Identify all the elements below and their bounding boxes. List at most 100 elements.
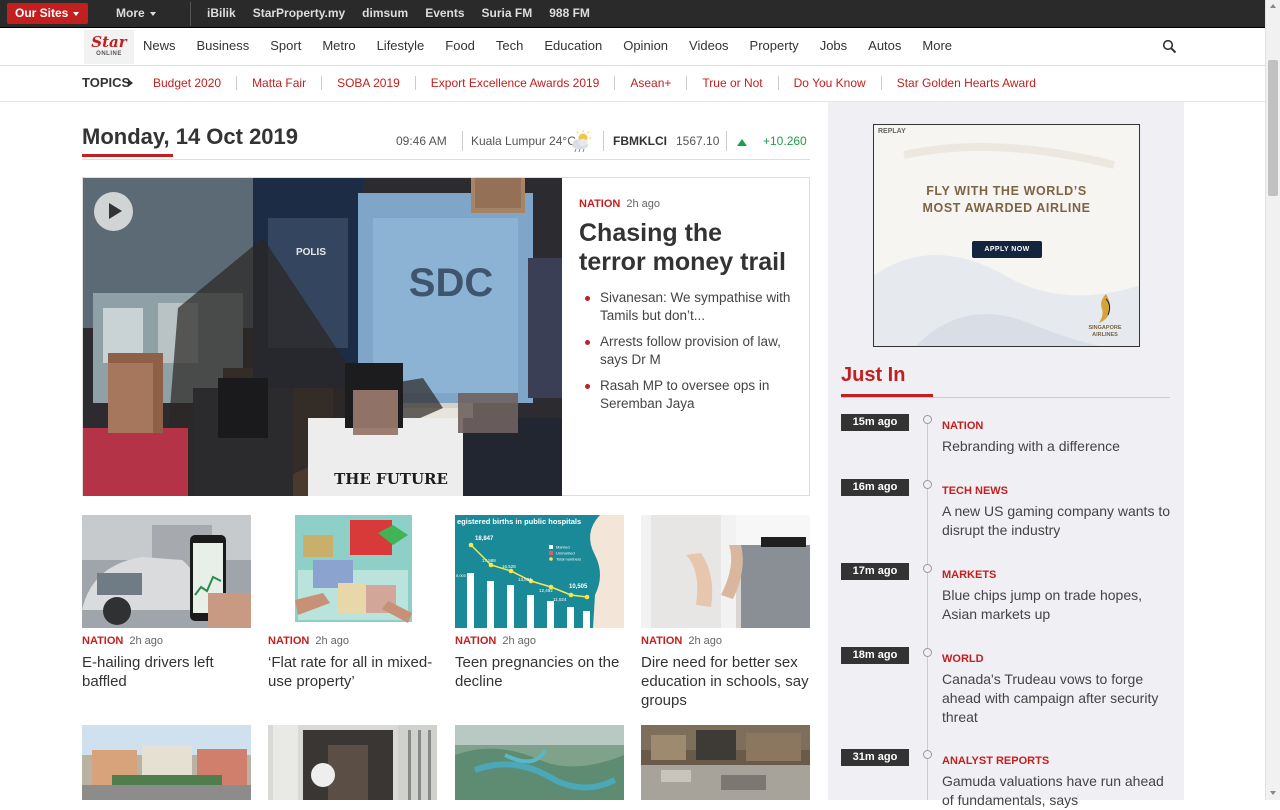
triangle-up-icon xyxy=(737,139,747,146)
just-in-category[interactable]: WORLD xyxy=(942,653,984,665)
scroll-up-arrow-icon[interactable] xyxy=(1270,4,1276,8)
related-story-link[interactable]: Arrests follow provision of law, says Dr… xyxy=(579,333,794,369)
network-link-988-fm[interactable]: 988 FM xyxy=(549,0,590,28)
divider xyxy=(321,76,323,90)
play-video-button[interactable] xyxy=(94,192,133,231)
nav-item-tech[interactable]: Tech xyxy=(496,28,523,65)
tee-print-text: SDC xyxy=(409,261,493,305)
topic-matta-fair[interactable]: Matta Fair xyxy=(252,76,306,90)
topic-golden-hearts[interactable]: Star Golden Hearts Award xyxy=(897,76,1036,90)
story-thumbnail[interactable] xyxy=(268,515,437,628)
just-in-category[interactable]: MARKETS xyxy=(942,569,996,581)
story-thumbnail[interactable] xyxy=(82,515,251,628)
divider xyxy=(686,76,688,90)
story-headline[interactable]: ‘Flat rate for all in mixed-use property… xyxy=(268,653,437,691)
network-link-ibilik[interactable]: iBilik xyxy=(207,0,236,28)
network-link-events[interactable]: Events xyxy=(425,0,464,28)
just-in-headline[interactable]: Canada's Trudeau vows to forge ahead wit… xyxy=(942,670,1174,727)
story-category[interactable]: NATION xyxy=(579,198,620,210)
nav-item-more[interactable]: More xyxy=(922,28,952,65)
story-category[interactable]: NATION xyxy=(268,635,309,647)
network-more-menu[interactable]: More xyxy=(116,0,156,28)
partly-cloudy-icon xyxy=(572,130,591,153)
nav-item-business[interactable]: Business xyxy=(197,28,250,65)
advertisement-banner[interactable]: REPLAY FLY WITH THE WORLD’S MOST AWARDED… xyxy=(873,124,1140,347)
nav-item-education[interactable]: Education xyxy=(544,28,602,65)
story-headline[interactable]: Teen pregnancies on the decline xyxy=(455,653,624,691)
story-thumbnail[interactable] xyxy=(455,725,624,800)
story-card[interactable]: NATION 2h ago E-hailing drivers left baff… xyxy=(82,515,251,691)
related-stories: Sivanesan: We sympathise with Tamils but… xyxy=(579,289,794,413)
network-link-starproperty[interactable]: StarProperty.my xyxy=(253,0,345,28)
story-headline[interactable]: Dire need for better sex education in sc… xyxy=(641,653,810,710)
story-category[interactable]: NATION xyxy=(82,635,123,647)
top-story-headline[interactable]: Chasing the terror money trail xyxy=(579,219,794,277)
chart-point-label: 18,847 xyxy=(475,536,494,542)
story-headline[interactable]: E-hailing drivers left baffled xyxy=(82,653,251,691)
just-in-time-badge: 16m ago xyxy=(841,479,909,496)
network-bar: Our Sites More iBilik StarProperty.my di… xyxy=(0,0,1265,28)
story-thumbnail[interactable]: egistered births in public hospitals 18,… xyxy=(455,515,624,628)
topic-do-you-know[interactable]: Do You Know xyxy=(794,76,866,90)
nav-item-autos[interactable]: Autos xyxy=(868,28,901,65)
nav-item-jobs[interactable]: Jobs xyxy=(820,28,847,65)
ad-replay-label[interactable]: REPLAY xyxy=(878,128,906,135)
nav-item-videos[interactable]: Videos xyxy=(689,28,729,65)
divider xyxy=(190,2,191,26)
logo-wordmark: Star xyxy=(91,33,127,51)
story-card[interactable]: NATION 2h ago Dire need for better sex ed… xyxy=(641,515,810,710)
shirt-print-text: THE FUTURE xyxy=(334,470,448,488)
chart-caption: egistered births in public hospitals xyxy=(457,517,581,526)
story-meta: NATION 2h ago xyxy=(82,634,251,647)
related-story-link[interactable]: Rasah MP to oversee ops in Seremban Jaya xyxy=(579,377,794,413)
just-in-category[interactable]: NATION xyxy=(942,420,983,432)
story-time: 2h ago xyxy=(129,635,164,647)
network-link-dimsum[interactable]: dimsum xyxy=(362,0,408,28)
story-thumbnail[interactable] xyxy=(268,725,437,800)
story-category[interactable]: NATION xyxy=(455,635,496,647)
nav-item-food[interactable]: Food xyxy=(445,28,475,65)
main-nav: Star ONLINE News Business Sport Metro Li… xyxy=(0,28,1265,66)
top-story-image[interactable]: POLIS SDC THE FUTURE xyxy=(83,178,562,496)
scrollbar-thumb[interactable] xyxy=(1268,60,1278,196)
our-sites-button[interactable]: Our Sites xyxy=(7,3,88,24)
just-in-time-badge: 18m ago xyxy=(841,647,909,664)
topic-true-or-not[interactable]: True or Not xyxy=(702,76,762,90)
nav-item-sport[interactable]: Sport xyxy=(270,28,301,65)
timeline-dot xyxy=(923,750,932,759)
network-links: iBilik StarProperty.my dimsum Events Sur… xyxy=(207,0,607,28)
network-link-suria-fm[interactable]: Suria FM xyxy=(482,0,533,28)
topic-soba-2019[interactable]: SOBA 2019 xyxy=(337,76,400,90)
just-in-time-badge: 17m ago xyxy=(841,563,909,580)
nav-item-metro[interactable]: Metro xyxy=(322,28,355,65)
current-time: 09:46 AM xyxy=(396,134,447,148)
topic-export-excellence[interactable]: Export Excellence Awards 2019 xyxy=(431,76,600,90)
section-nav: News Business Sport Metro Lifestyle Food… xyxy=(143,28,973,65)
related-story-link[interactable]: Sivanesan: We sympathise with Tamils but… xyxy=(579,289,794,325)
ad-apply-button[interactable]: APPLY NOW xyxy=(972,241,1042,258)
page-scrollbar[interactable] xyxy=(1265,0,1280,800)
nav-item-property[interactable]: Property xyxy=(750,28,799,65)
story-card[interactable]: NATION 2h ago ‘Flat rate for all in mixed… xyxy=(268,515,437,691)
nav-item-news[interactable]: News xyxy=(143,28,176,65)
topic-budget-2020[interactable]: Budget 2020 xyxy=(153,76,221,90)
story-card[interactable]: egistered births in public hospitals 18,… xyxy=(455,515,624,691)
scroll-down-arrow-icon[interactable] xyxy=(1270,791,1276,795)
search-icon[interactable] xyxy=(1162,39,1177,54)
star-online-logo[interactable]: Star ONLINE xyxy=(84,30,134,64)
nav-item-lifestyle[interactable]: Lifestyle xyxy=(377,28,425,65)
just-in-headline[interactable]: Gamuda valuations have run ahead of fund… xyxy=(942,772,1174,810)
just-in-category[interactable]: TECH NEWS xyxy=(942,485,1008,497)
just-in-headline[interactable]: Blue chips jump on trade hopes, Asian ma… xyxy=(942,586,1174,624)
divider xyxy=(462,131,463,151)
story-category[interactable]: NATION xyxy=(641,635,682,647)
just-in-category[interactable]: ANALYST REPORTS xyxy=(942,755,1049,767)
story-thumbnail[interactable] xyxy=(641,515,810,628)
story-thumbnail[interactable] xyxy=(641,725,810,800)
nav-item-opinion[interactable]: Opinion xyxy=(623,28,668,65)
story-time: 2h ago xyxy=(502,635,537,647)
just-in-headline[interactable]: Rebranding with a difference xyxy=(942,437,1174,456)
just-in-headline[interactable]: A new US gaming company wants to disrupt… xyxy=(942,502,1174,540)
topic-asean-plus[interactable]: Asean+ xyxy=(630,76,671,90)
story-thumbnail[interactable] xyxy=(82,725,251,800)
